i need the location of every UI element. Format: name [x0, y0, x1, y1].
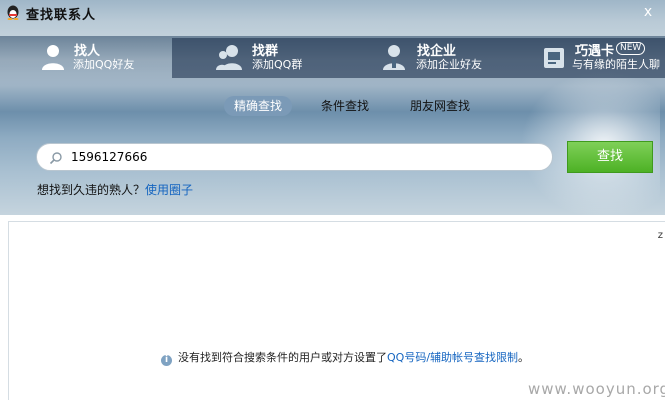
use-circle-link[interactable]: 使用圈子 — [145, 183, 193, 197]
tab-find-enterprise-subtitle: 添加企业好友 — [416, 58, 482, 71]
no-results-text: 没有找到符合搜索条件的用户或对方设置了 — [178, 351, 387, 364]
search-input[interactable] — [71, 147, 541, 167]
tab-encounter-card[interactable]: 巧遇卡 NEW 与有缘的陌生人聊 — [500, 38, 665, 78]
panel-corner-mark[interactable]: z — [658, 230, 663, 241]
tab-encounter-card-subtitle: 与有缘的陌生人聊 — [572, 58, 660, 71]
person-icon — [42, 45, 64, 70]
info-icon: i — [161, 355, 172, 366]
tab-find-people-subtitle: 添加QQ好友 — [73, 58, 135, 71]
window-title: 查找联系人 — [26, 8, 97, 23]
tab-find-groups[interactable]: 找群 添加QQ群 — [172, 38, 337, 78]
enterprise-icon — [383, 45, 405, 70]
mode-exact-search[interactable]: 精确查找 — [224, 96, 293, 116]
tab-find-people[interactable]: 找人 添加QQ好友 — [38, 38, 172, 78]
search-restriction-link[interactable]: QQ号码/辅助帐号查找限制 — [387, 351, 518, 364]
category-tabs: 找人 添加QQ好友 找群 添加QQ群 找企业 添加企业好友 巧遇卡 NEW 与有… — [0, 38, 665, 78]
close-button[interactable]: x — [637, 3, 659, 21]
tab-find-groups-subtitle: 添加QQ群 — [252, 58, 303, 71]
search-icon — [49, 152, 62, 165]
qq-penguin-icon — [7, 5, 19, 20]
new-badge: NEW — [616, 42, 646, 55]
card-icon — [544, 48, 564, 68]
tab-find-enterprise[interactable]: 找企业 添加企业好友 — [337, 38, 500, 78]
mode-condition-search[interactable]: 条件查找 — [321, 96, 369, 116]
title-bar: 查找联系人 x — [0, 0, 665, 26]
results-panel: z — [8, 221, 665, 400]
close-icon: x — [643, 4, 653, 20]
reconnect-hint: 想找到久违的熟人？使用圈子 — [37, 181, 193, 198]
search-box — [36, 143, 553, 171]
group-icon — [216, 45, 242, 70]
watermark: www.wooyun.org — [528, 380, 665, 398]
no-results-tail: 。 — [518, 351, 530, 364]
search-mode-switch: 精确查找 条件查找 朋友网查找 — [0, 96, 665, 116]
mode-friend-network-search[interactable]: 朋友网查找 — [410, 96, 470, 116]
hint-text: 想找到久违的熟人？ — [37, 183, 146, 197]
search-button[interactable]: 查找 — [567, 141, 653, 173]
header-banner: 查找联系人 x 找人 添加QQ好友 找群 添加QQ群 找企业 添加企业好友 巧遇… — [0, 0, 665, 215]
no-results-message: i 没有找到符合搜索条件的用户或对方设置了QQ号码/辅助帐号查找限制。 — [161, 349, 529, 366]
